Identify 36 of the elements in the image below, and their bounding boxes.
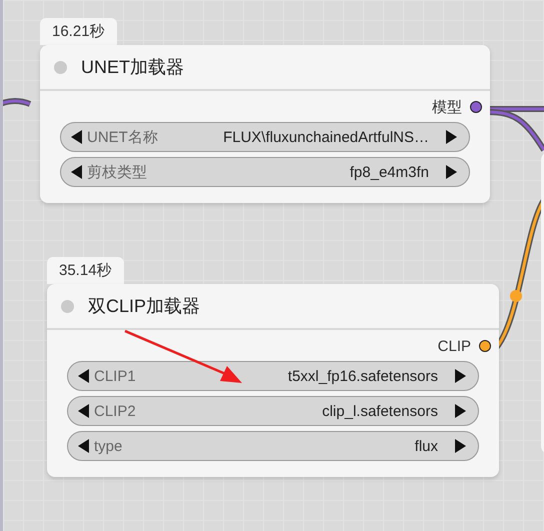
- right-arrow-icon[interactable]: [454, 369, 466, 383]
- output-label: 模型: [432, 98, 462, 116]
- node-title: UNET加载器: [81, 56, 184, 79]
- collapse-dot-icon[interactable]: [54, 60, 67, 74]
- widget-value: FLUX\fluxunchainedArtfulNS…: [222, 128, 430, 146]
- widget-value: flux: [414, 438, 439, 454]
- combo-widget[interactable]: CLIP2 clip_l.safetensors: [67, 396, 479, 426]
- right-arrow-icon[interactable]: [454, 439, 466, 453]
- right-arrow-icon[interactable]: [454, 404, 466, 418]
- widget-label: CLIP1: [94, 368, 136, 384]
- widget-label: 剪枝类型: [87, 162, 147, 182]
- right-arrow-icon[interactable]: [445, 165, 457, 179]
- left-arrow-icon[interactable]: [78, 404, 90, 418]
- combo-widget[interactable]: CLIP1 t5xxl_fp16.safetensors: [67, 361, 479, 391]
- combo-widget[interactable]: UNET名称 FLUX\fluxunchainedArtfulNS…: [60, 122, 470, 152]
- widget-value: t5xxl_fp16.safetensors: [286, 368, 439, 384]
- node-title: 双CLIP加载器: [88, 295, 200, 318]
- left-arrow-icon[interactable]: [78, 439, 90, 453]
- combo-widget[interactable]: type flux: [67, 431, 479, 461]
- widget-label: CLIP2: [94, 402, 136, 420]
- widget-label: UNET名称: [87, 128, 158, 146]
- output-port-icon[interactable]: [470, 101, 482, 113]
- link-wire: [3, 98, 32, 107]
- combo-widget[interactable]: 剪枝类型 fp8_e4m3fn: [60, 157, 470, 187]
- left-arrow-icon[interactable]: [71, 130, 83, 144]
- output-port-icon[interactable]: [479, 340, 491, 352]
- left-arrow-icon[interactable]: [71, 165, 83, 179]
- widget-value: fp8_e4m3fn: [348, 164, 430, 180]
- collapse-dot-icon[interactable]: [61, 300, 74, 312]
- output-label: CLIP: [438, 338, 471, 354]
- execution-time: 16.21秒: [40, 18, 117, 45]
- widget-label: type: [94, 438, 122, 454]
- widget-value: clip_l.safetensors: [321, 402, 439, 420]
- right-arrow-icon[interactable]: [445, 130, 457, 144]
- left-arrow-icon[interactable]: [78, 369, 90, 383]
- execution-time: 35.14秒: [47, 257, 124, 284]
